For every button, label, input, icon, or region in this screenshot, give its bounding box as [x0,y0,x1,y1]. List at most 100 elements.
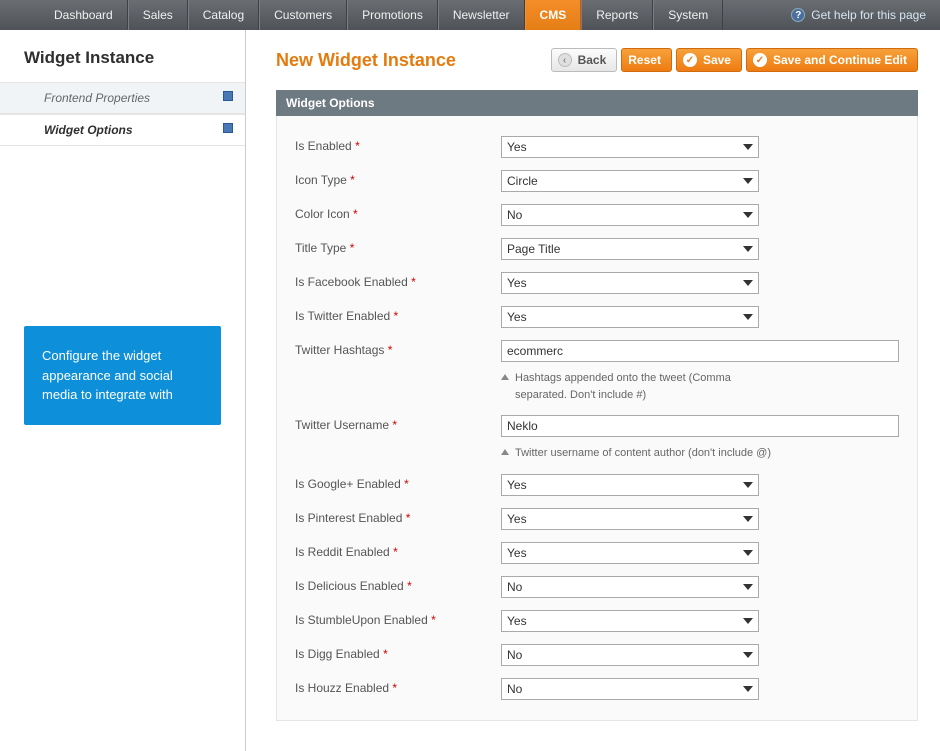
required-marker: * [406,511,411,525]
form-area: Is Enabled *YesIcon Type *CircleColor Ic… [276,116,918,721]
main-menu: DashboardSalesCatalogCustomersPromotions… [40,0,723,30]
icon-type-select[interactable]: Circle [501,170,759,192]
field-label: Twitter Hashtags * [295,340,501,357]
field-control: Page Title [501,238,759,260]
form-row-is-pinterest: Is Pinterest Enabled *Yes [295,502,899,536]
field-control: Yes [501,136,759,158]
field-label: Is Houzz Enabled * [295,678,501,695]
is-twitter-select[interactable]: Yes [501,306,759,328]
help-icon: ? [791,8,805,22]
save-continue-button[interactable]: ✓ Save and Continue Edit [746,48,918,72]
field-hint: Hashtags appended onto the tweet (Comma … [515,370,775,403]
required-marker: * [350,173,355,187]
nav-item-cms[interactable]: CMS [525,0,582,30]
form-row-color-icon: Color Icon *No [295,198,899,232]
is-reddit-select[interactable]: Yes [501,542,759,564]
form-row-title-type: Title Type *Page Title [295,232,899,266]
hint-triangle-icon [501,449,509,455]
nav-item-sales[interactable]: Sales [128,0,188,30]
required-marker: * [431,613,436,627]
nav-item-catalog[interactable]: Catalog [188,0,259,30]
required-marker: * [383,647,388,661]
field-label: Color Icon * [295,204,501,221]
field-control: Yes [501,474,759,496]
required-marker: * [411,275,416,289]
required-marker: * [407,579,412,593]
nav-item-system[interactable]: System [653,0,723,30]
field-control: Yes [501,508,759,530]
field-label: Is Pinterest Enabled * [295,508,501,525]
is-enabled-select[interactable]: Yes [501,136,759,158]
sidebar-tabs: Frontend Properties Widget Options [0,82,245,146]
is-pinterest-select[interactable]: Yes [501,508,759,530]
form-row-is-digg: Is Digg Enabled *No [295,638,899,672]
reset-button[interactable]: Reset [621,48,672,72]
required-marker: * [350,241,355,255]
required-marker: * [388,343,393,357]
field-label: Is Google+ Enabled * [295,474,501,491]
field-label: Is Twitter Enabled * [295,306,501,323]
form-row-is-houzz: Is Houzz Enabled *No [295,672,899,706]
back-arrow-icon: ‹ [558,53,572,67]
required-marker: * [353,207,358,221]
required-marker: * [393,545,398,559]
save-button[interactable]: ✓ Save [676,48,742,72]
field-label: Icon Type * [295,170,501,187]
save-label: Save [703,53,731,67]
required-marker: * [392,681,397,695]
help-link[interactable]: ? Get help for this page [791,0,926,30]
tab-icon [223,123,233,133]
tab-icon [223,91,233,101]
form-row-is-twitter: Is Twitter Enabled *Yes [295,300,899,334]
field-label: Is Reddit Enabled * [295,542,501,559]
is-stumbleupon-select[interactable]: Yes [501,610,759,632]
field-control: Yes [501,272,759,294]
field-hint-row: Hashtags appended onto the tweet (Comma … [295,370,899,403]
required-marker: * [355,139,360,153]
title-type-select[interactable]: Page Title [501,238,759,260]
nav-item-dashboard[interactable]: Dashboard [40,0,128,30]
form-row-twitter-username: Twitter Username * [295,409,899,443]
form-row-is-delicious: Is Delicious Enabled *No [295,570,899,604]
field-label: Is Delicious Enabled * [295,576,501,593]
twitter-username-input[interactable] [501,415,899,437]
nav-item-newsletter[interactable]: Newsletter [438,0,525,30]
field-label: Is Digg Enabled * [295,644,501,661]
help-label: Get help for this page [811,8,926,22]
page-title: New Widget Instance [276,50,456,71]
is-delicious-select[interactable]: No [501,576,759,598]
sidebar-title: Widget Instance [0,30,245,82]
sidebar: Widget Instance Frontend Properties Widge… [0,30,246,751]
is-google-select[interactable]: Yes [501,474,759,496]
field-control: No [501,644,759,666]
sidebar-tab-widget-options[interactable]: Widget Options [0,114,245,146]
form-row-is-stumbleupon: Is StumbleUpon Enabled *Yes [295,604,899,638]
form-row-icon-type: Icon Type *Circle [295,164,899,198]
info-box: Configure the widget appearance and soci… [24,326,221,425]
main-content: New Widget Instance ‹ Back Reset ✓ Save … [246,30,940,751]
required-marker: * [394,309,399,323]
check-icon: ✓ [753,53,767,67]
color-icon-select[interactable]: No [501,204,759,226]
back-label: Back [578,53,607,67]
form-row-twitter-hashtags: Twitter Hashtags * [295,334,899,368]
nav-item-reports[interactable]: Reports [581,0,653,30]
field-control: No [501,204,759,226]
required-marker: * [404,477,409,491]
field-label: Is Enabled * [295,136,501,153]
nav-item-promotions[interactable]: Promotions [347,0,438,30]
is-facebook-select[interactable]: Yes [501,272,759,294]
field-label: Is Facebook Enabled * [295,272,501,289]
twitter-hashtags-input[interactable] [501,340,899,362]
sidebar-tab-frontend-properties[interactable]: Frontend Properties [0,82,245,114]
back-button[interactable]: ‹ Back [551,48,618,72]
sidebar-tab-label: Frontend Properties [44,91,150,105]
field-label: Is StumbleUpon Enabled * [295,610,501,627]
page-header: New Widget Instance ‹ Back Reset ✓ Save … [276,48,918,72]
nav-item-customers[interactable]: Customers [259,0,347,30]
is-houzz-select[interactable]: No [501,678,759,700]
top-navigation: DashboardSalesCatalogCustomersPromotions… [0,0,940,30]
field-control: No [501,678,759,700]
is-digg-select[interactable]: No [501,644,759,666]
form-row-is-google: Is Google+ Enabled *Yes [295,468,899,502]
